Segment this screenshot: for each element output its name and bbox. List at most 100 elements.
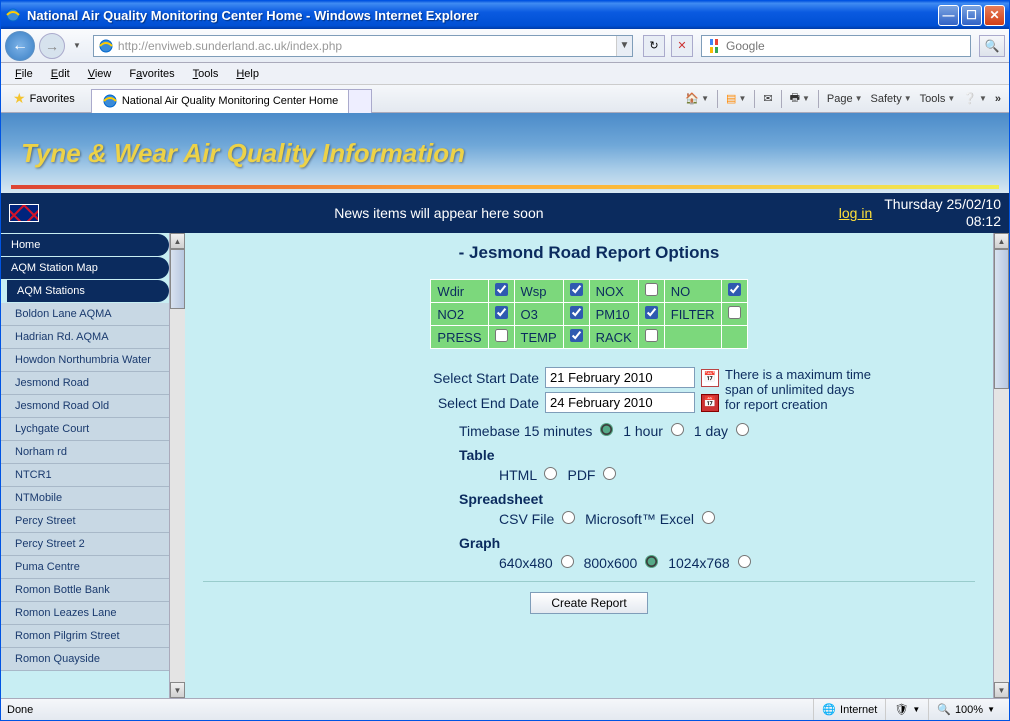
sheet-format-radio[interactable] bbox=[702, 511, 715, 524]
sidebar-station[interactable]: Puma Centre bbox=[1, 556, 169, 579]
param-checkbox[interactable] bbox=[570, 306, 583, 319]
sidebar-station[interactable]: Lychgate Court bbox=[1, 418, 169, 441]
nav-history-dropdown[interactable]: ▼ bbox=[69, 41, 85, 50]
window-titlebar: National Air Quality Monitoring Center H… bbox=[1, 1, 1009, 29]
back-button[interactable]: ← bbox=[5, 31, 35, 61]
address-dropdown[interactable]: ▼ bbox=[616, 36, 632, 56]
sidebar-station[interactable]: Romon Leazes Lane bbox=[1, 602, 169, 625]
param-checkbox[interactable] bbox=[570, 329, 583, 342]
menu-tools[interactable]: Tools bbox=[185, 66, 227, 82]
login-link[interactable]: log in bbox=[839, 205, 872, 221]
protected-mode[interactable]: 🛡 ▼ bbox=[885, 699, 928, 720]
param-checkbox[interactable] bbox=[645, 329, 658, 342]
param-label: O3 bbox=[514, 303, 563, 326]
overflow-button[interactable]: » bbox=[991, 91, 1005, 107]
param-checkbox[interactable] bbox=[570, 283, 583, 296]
sidebar-station[interactable]: NTCR1 bbox=[1, 464, 169, 487]
page-scroll-up[interactable]: ▲ bbox=[994, 233, 1009, 249]
param-checkbox[interactable] bbox=[495, 329, 508, 342]
sidebar-station[interactable]: Howdon Northumbria Water bbox=[1, 349, 169, 372]
param-checkbox[interactable] bbox=[728, 283, 741, 296]
sidebar-station[interactable]: Romon Bottle Bank bbox=[1, 579, 169, 602]
menu-help[interactable]: Help bbox=[228, 66, 267, 82]
create-report-button[interactable]: Create Report bbox=[530, 592, 647, 614]
nav-aqm-stations[interactable]: AQM Stations bbox=[7, 280, 169, 302]
menu-favorites[interactable]: Favorites bbox=[121, 66, 182, 82]
nav-aqm-map[interactable]: AQM Station Map bbox=[1, 257, 169, 279]
sidebar-station[interactable]: Norham rd bbox=[1, 441, 169, 464]
end-date-picker-icon[interactable]: 📅 bbox=[701, 394, 719, 412]
page-scroll-thumb[interactable] bbox=[994, 249, 1009, 389]
search-box[interactable] bbox=[701, 35, 971, 57]
graph-size-radio[interactable] bbox=[561, 555, 574, 568]
page-scroll-down[interactable]: ▼ bbox=[994, 682, 1009, 698]
start-date-picker-icon[interactable]: 📅 bbox=[701, 369, 719, 387]
timebase-radio[interactable] bbox=[671, 423, 684, 436]
sidebar-station[interactable]: Jesmond Road Old bbox=[1, 395, 169, 418]
param-checkbox[interactable] bbox=[728, 306, 741, 319]
rss-icon: ▤ bbox=[726, 92, 736, 105]
address-bar[interactable]: ▼ bbox=[93, 35, 633, 57]
param-checkbox[interactable] bbox=[495, 283, 508, 296]
graph-size-radio[interactable] bbox=[738, 555, 751, 568]
table-format-radio[interactable] bbox=[544, 467, 557, 480]
menu-view[interactable]: View bbox=[80, 66, 120, 82]
sidebar-station[interactable]: Boldon Lane AQMA bbox=[1, 303, 169, 326]
start-date-label: Select Start Date bbox=[419, 370, 539, 386]
tab-current[interactable]: National Air Quality Monitoring Center H… bbox=[91, 89, 349, 113]
param-checkbox[interactable] bbox=[495, 306, 508, 319]
status-zone[interactable]: 🌐 Internet bbox=[813, 699, 885, 720]
refresh-button[interactable]: ↻ bbox=[643, 35, 665, 57]
sheet-format-radio[interactable] bbox=[562, 511, 575, 524]
close-button[interactable]: ✕ bbox=[984, 5, 1005, 26]
sidebar-station[interactable]: Percy Street 2 bbox=[1, 533, 169, 556]
search-input[interactable] bbox=[726, 39, 970, 53]
param-checkbox[interactable] bbox=[645, 306, 658, 319]
sidebar-station[interactable]: Hadrian Rd. AQMA bbox=[1, 326, 169, 349]
sidebar-scrollbar[interactable]: ▲ ▼ bbox=[169, 233, 185, 698]
sidebar-station[interactable]: Percy Street bbox=[1, 510, 169, 533]
scroll-thumb[interactable] bbox=[170, 249, 185, 309]
favorites-button[interactable]: ★ Favorites bbox=[5, 87, 83, 110]
zoom-control[interactable]: 🔍 100% ▼ bbox=[928, 699, 1003, 720]
sidebar-station[interactable]: Romon Pilgrim Street bbox=[1, 625, 169, 648]
page-scrollbar[interactable]: ▲ ▼ bbox=[993, 233, 1009, 698]
sidebar-station[interactable]: Jesmond Road bbox=[1, 372, 169, 395]
tools-menu[interactable]: Tools▼ bbox=[916, 91, 960, 107]
page-menu[interactable]: Page▼ bbox=[823, 91, 867, 107]
date-text: Thursday 25/02/10 bbox=[884, 196, 1001, 213]
scroll-up-button[interactable]: ▲ bbox=[170, 233, 185, 249]
menu-file[interactable]: File bbox=[7, 66, 41, 82]
scroll-down-button[interactable]: ▼ bbox=[170, 682, 185, 698]
param-label: NO2 bbox=[431, 303, 488, 326]
stop-button[interactable]: ✕ bbox=[671, 35, 693, 57]
param-label: PM10 bbox=[589, 303, 638, 326]
end-date-input[interactable] bbox=[545, 392, 695, 413]
sidebar-station[interactable]: NTMobile bbox=[1, 487, 169, 510]
home-button[interactable]: 🏠▼ bbox=[681, 90, 713, 107]
favorites-bar: ★ Favorites National Air Quality Monitor… bbox=[1, 85, 1009, 113]
sidebar-station[interactable]: Romon Quayside bbox=[1, 648, 169, 671]
safety-menu[interactable]: Safety▼ bbox=[867, 91, 916, 107]
minimize-button[interactable]: — bbox=[938, 5, 959, 26]
graph-size-radio[interactable] bbox=[645, 555, 658, 568]
forward-button[interactable]: → bbox=[39, 33, 65, 59]
feeds-button[interactable]: ▤▼ bbox=[722, 90, 750, 107]
param-label: NOX bbox=[589, 280, 638, 303]
search-button[interactable]: 🔍 bbox=[979, 35, 1005, 57]
param-checkbox[interactable] bbox=[645, 283, 658, 296]
print-button[interactable]: 🖶▼ bbox=[786, 87, 814, 110]
nav-home[interactable]: Home bbox=[1, 234, 169, 256]
help-icon: ❔ bbox=[963, 92, 977, 105]
table-format-radio[interactable] bbox=[603, 467, 616, 480]
tab-favicon bbox=[102, 93, 118, 109]
address-input[interactable] bbox=[118, 39, 616, 53]
mail-button[interactable]: ✉ bbox=[759, 90, 776, 107]
new-tab-button[interactable] bbox=[348, 89, 372, 113]
maximize-button[interactable]: ☐ bbox=[961, 5, 982, 26]
timebase-radio[interactable] bbox=[600, 423, 613, 436]
help-button[interactable]: ❔▼ bbox=[959, 90, 991, 107]
start-date-input[interactable] bbox=[545, 367, 695, 388]
timebase-radio[interactable] bbox=[736, 423, 749, 436]
menu-edit[interactable]: Edit bbox=[43, 66, 78, 82]
